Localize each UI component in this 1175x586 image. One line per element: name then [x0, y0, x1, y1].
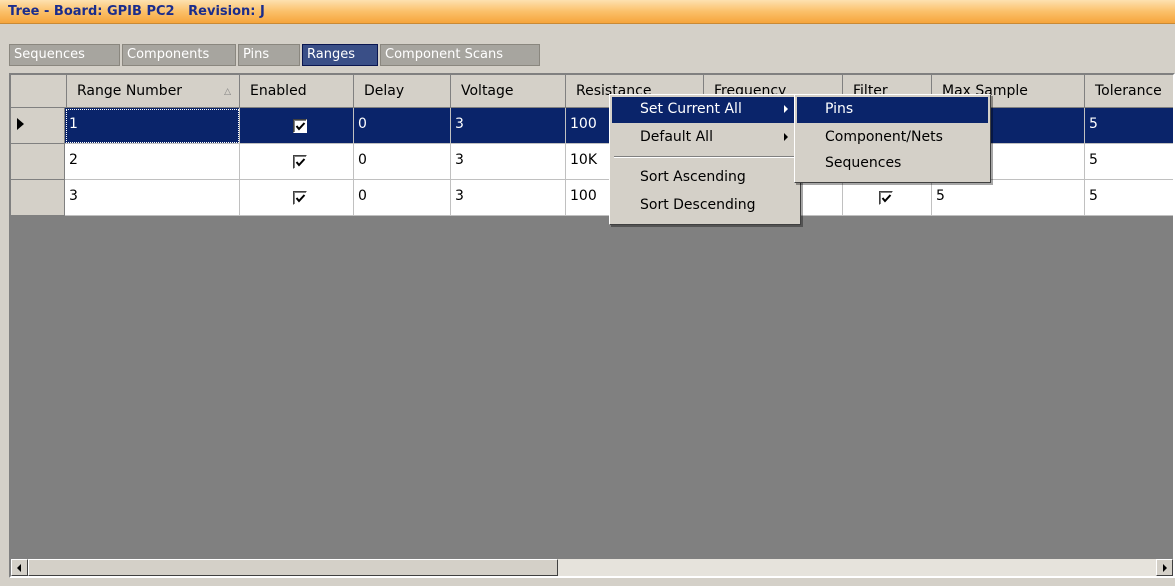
scroll-thumb[interactable]: [28, 559, 558, 576]
cell-range-number[interactable]: 1: [65, 108, 240, 144]
submenu-item-sequences[interactable]: Sequences: [797, 151, 988, 177]
context-menu: Set Current All Default All Sort Ascendi…: [609, 94, 801, 225]
enabled-checkbox[interactable]: [293, 191, 307, 205]
cell-max-sample[interactable]: 5: [932, 180, 1085, 216]
filter-checkbox[interactable]: [879, 191, 893, 205]
menu-item-sort-descending[interactable]: Sort Descending: [612, 193, 798, 219]
menu-item-default-all[interactable]: Default All: [612, 125, 798, 151]
table-row[interactable]: 3 0 3 100 5 5: [11, 180, 1173, 216]
submenu: Pins Component/Nets Sequences: [794, 94, 991, 183]
arrow-left-icon: [17, 564, 21, 572]
column-header-delay[interactable]: Delay: [354, 75, 451, 108]
arrow-right-icon: [1163, 564, 1167, 572]
cell-enabled[interactable]: [240, 144, 354, 180]
title-bar: Tree - Board: GPIB PC2 Revision: J: [0, 0, 1175, 24]
window-title: Tree - Board: GPIB PC2 Revision: J: [8, 4, 265, 19]
grid-corner: [11, 75, 67, 108]
check-icon: [881, 194, 892, 203]
table-row[interactable]: 2 0 3 10K 5 5: [11, 144, 1173, 180]
submenu-item-pins[interactable]: Pins: [797, 97, 988, 123]
cell-tolerance[interactable]: 5: [1085, 108, 1173, 144]
sort-icon: △: [224, 87, 231, 97]
cell-voltage[interactable]: 3: [451, 180, 566, 216]
horizontal-scrollbar[interactable]: [11, 559, 1173, 576]
check-icon: [295, 122, 306, 131]
scroll-right-button[interactable]: [1156, 559, 1173, 576]
table-row[interactable]: 1 0 3 100 5 5: [11, 108, 1173, 144]
scroll-left-button[interactable]: [11, 559, 28, 576]
row-header[interactable]: [11, 180, 65, 216]
submenu-arrow-icon: [784, 133, 788, 141]
column-header-enabled[interactable]: Enabled: [240, 75, 354, 108]
cell-filter[interactable]: [843, 180, 932, 216]
check-icon: [295, 158, 306, 167]
cell-delay[interactable]: 0: [354, 144, 451, 180]
cell-tolerance[interactable]: 5: [1085, 144, 1173, 180]
cell-enabled[interactable]: [240, 180, 354, 216]
column-header-label: Range Number: [77, 83, 183, 99]
tab-pins[interactable]: Pins: [238, 44, 300, 66]
column-header-tolerance[interactable]: Tolerance: [1085, 75, 1173, 108]
cell-enabled[interactable]: [240, 108, 354, 144]
column-header-range-number[interactable]: Range Number △: [67, 75, 240, 108]
cell-tolerance[interactable]: 5: [1085, 180, 1173, 216]
column-header-voltage[interactable]: Voltage: [451, 75, 566, 108]
tab-sequences[interactable]: Sequences: [9, 44, 120, 66]
tab-components[interactable]: Components: [122, 44, 236, 66]
cell-delay[interactable]: 0: [354, 108, 451, 144]
cell-delay[interactable]: 0: [354, 180, 451, 216]
cell-voltage[interactable]: 3: [451, 108, 566, 144]
ranges-grid: Range Number △ Enabled Delay Voltage Res…: [9, 73, 1175, 578]
menu-item-label: Default All: [640, 129, 713, 145]
app-window: Tree - Board: GPIB PC2 Revision: J Seque…: [0, 0, 1175, 586]
row-header[interactable]: [11, 144, 65, 180]
menu-item-sort-ascending[interactable]: Sort Ascending: [612, 165, 798, 191]
tab-ranges[interactable]: Ranges: [302, 44, 378, 66]
current-row-pointer-icon: [17, 118, 24, 130]
row-header[interactable]: [11, 108, 65, 144]
cell-range-number[interactable]: 2: [65, 144, 240, 180]
menu-item-label: Set Current All: [640, 101, 742, 117]
tab-component-scans[interactable]: Component Scans: [380, 44, 540, 66]
cell-voltage[interactable]: 3: [451, 144, 566, 180]
cell-range-number[interactable]: 3: [65, 180, 240, 216]
check-icon: [295, 194, 306, 203]
menu-item-set-current-all[interactable]: Set Current All: [612, 97, 798, 123]
menu-separator: [614, 156, 796, 158]
submenu-item-component-nets[interactable]: Component/Nets: [797, 125, 988, 151]
enabled-checkbox[interactable]: [293, 155, 307, 169]
enabled-checkbox[interactable]: [293, 119, 307, 133]
submenu-arrow-icon: [784, 105, 788, 113]
